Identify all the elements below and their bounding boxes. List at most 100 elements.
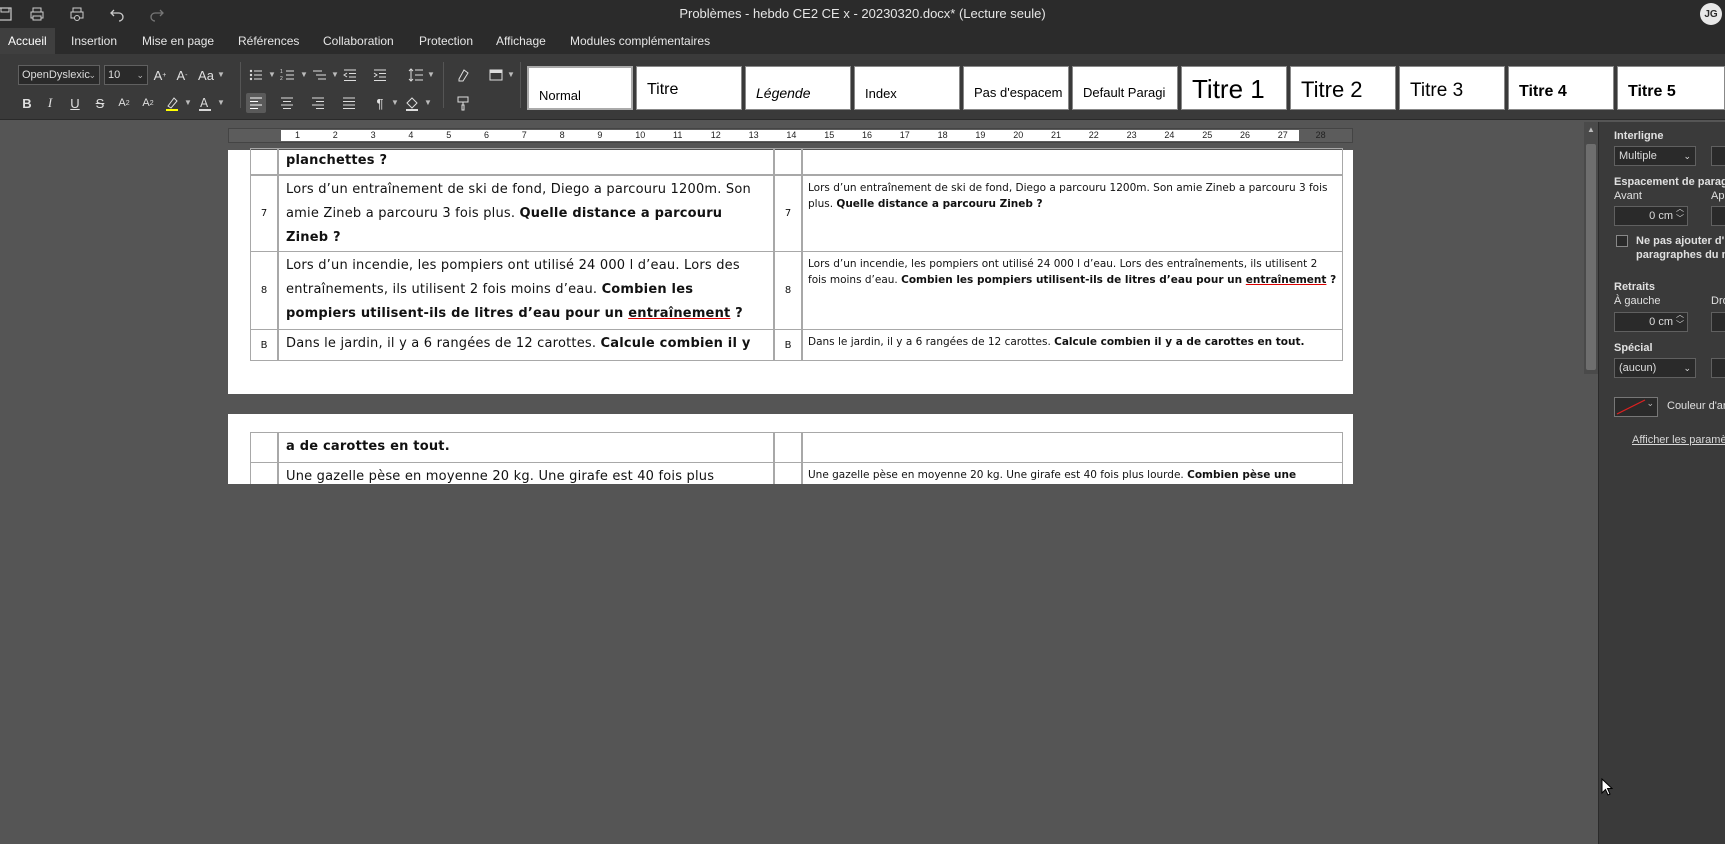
copy-style-icon[interactable] — [453, 93, 473, 113]
color-scheme-icon[interactable] — [486, 65, 506, 85]
font-name-select[interactable]: OpenDyslexic ⌄ — [18, 65, 100, 85]
svg-text:1: 1 — [280, 69, 283, 75]
print-icon[interactable] — [26, 4, 48, 24]
table-cell-problem[interactable]: Dans le jardin, il y a 6 rangées de 12 c… — [278, 329, 774, 361]
chevron-down-icon[interactable]: ▼ — [427, 70, 435, 79]
align-right-icon[interactable] — [308, 93, 328, 113]
line-spacing-icon[interactable] — [406, 65, 426, 85]
indent-left-input[interactable]: 0 cm ︿ ﹀ — [1614, 310, 1688, 332]
tab-modules[interactable]: Modules complémentaires — [562, 28, 718, 54]
tab-protection[interactable]: Protection — [411, 28, 481, 54]
special-indent-select[interactable]: (aucun) ⌄ — [1614, 358, 1696, 378]
shading-icon[interactable] — [402, 93, 422, 113]
tab-mise-en-page[interactable]: Mise en page — [134, 28, 222, 54]
background-color-picker[interactable]: ⌄ — [1614, 397, 1658, 417]
tab-collaboration[interactable]: Collaboration — [315, 28, 402, 54]
chevron-down-icon[interactable]: ▼ — [268, 70, 276, 79]
ruler-number: 16 — [862, 130, 873, 140]
scrollbar-thumb[interactable] — [1586, 144, 1596, 370]
table-cell-problem-small[interactable] — [802, 432, 1343, 463]
spellcheck-word[interactable]: entraînement — [628, 306, 730, 321]
multilevel-list-icon[interactable] — [310, 65, 330, 85]
document-page[interactable]: a de carottes en tout. Une gazelle pèse … — [228, 414, 1353, 484]
spinner-icon[interactable]: ︿ ﹀ — [1676, 204, 1684, 224]
style-titre-4[interactable]: Titre 4 — [1508, 66, 1614, 110]
font-color-icon[interactable]: A — [195, 93, 215, 113]
table-cell-problem-small[interactable] — [802, 148, 1343, 175]
user-avatar[interactable]: JG — [1700, 3, 1722, 25]
table-cell-problem-small[interactable]: Lors d’un incendie, les pompiers ont uti… — [802, 251, 1343, 330]
decrease-indent-icon[interactable] — [340, 65, 360, 85]
line-spacing-select[interactable]: Multiple ⌄ — [1614, 146, 1696, 166]
style-pas-espacement[interactable]: Pas d'espacem — [963, 66, 1069, 110]
redo-icon[interactable] — [146, 4, 168, 24]
shrink-font-icon[interactable]: A- — [172, 65, 192, 85]
subscript-icon[interactable]: A2 — [138, 93, 158, 113]
scroll-up-icon[interactable]: ▲ — [1587, 125, 1595, 134]
indent-right-input[interactable] — [1711, 312, 1725, 332]
tab-affichage[interactable]: Affichage — [488, 28, 554, 54]
underline-icon[interactable]: U — [65, 93, 85, 113]
horizontal-ruler[interactable]: 1 2 3 4 5 6 7 8 9 10 11 12 13 14 15 16 17 18 19 20 21 22 23 24 2… — [228, 128, 1353, 143]
spacing-after-input[interactable] — [1711, 206, 1725, 226]
chevron-down-icon[interactable]: ▼ — [217, 70, 225, 79]
undo-icon[interactable] — [106, 4, 128, 24]
table-cell-problem[interactable]: a de carottes en tout. — [278, 432, 774, 463]
toolbar-divider — [443, 62, 444, 108]
tab-references[interactable]: Références — [230, 28, 307, 54]
table-cell-problem-small[interactable]: Une gazelle pèse en moyenne 20 kg. Une g… — [802, 462, 1343, 484]
line-spacing-value-input[interactable] — [1711, 146, 1725, 166]
pilcrow-icon[interactable]: ¶ — [370, 93, 390, 113]
clear-formatting-icon[interactable] — [453, 65, 473, 85]
superscript-icon[interactable]: A2 — [114, 93, 134, 113]
spinner-icon[interactable]: ︿ ﹀ — [1676, 310, 1684, 330]
strikethrough-icon[interactable]: S — [90, 93, 110, 113]
special-indent-value-input[interactable] — [1711, 358, 1725, 378]
style-titre-1[interactable]: Titre 1 — [1181, 66, 1287, 110]
chevron-down-icon[interactable]: ▼ — [391, 98, 399, 107]
chevron-down-icon[interactable]: ▼ — [217, 98, 225, 107]
tab-accueil[interactable]: Accueil — [0, 28, 55, 54]
style-titre-5[interactable]: Titre 5 — [1617, 66, 1725, 110]
chevron-down-icon[interactable]: ▼ — [331, 70, 339, 79]
table-cell-problem[interactable]: Lors d’un entraînement de ski de fond, D… — [278, 175, 774, 252]
style-titre[interactable]: Titre — [636, 66, 742, 110]
grow-font-icon[interactable]: A + — [150, 65, 170, 85]
spellcheck-word[interactable]: entraînement — [1246, 274, 1327, 286]
highlight-icon[interactable] — [162, 93, 182, 113]
table-cell-problem[interactable]: Lors d’un incendie, les pompiers ont uti… — [278, 251, 774, 330]
save-icon[interactable] — [0, 4, 16, 24]
justify-icon[interactable] — [339, 93, 359, 113]
no-space-checkbox[interactable] — [1616, 235, 1628, 247]
tab-insertion[interactable]: Insertion — [63, 28, 125, 54]
align-center-icon[interactable] — [277, 93, 297, 113]
bullets-icon[interactable] — [246, 65, 266, 85]
chevron-down-icon[interactable]: ▼ — [507, 70, 515, 79]
table-cell-problem[interactable]: Une gazelle pèse en moyenne 20 kg. Une g… — [278, 462, 774, 484]
advanced-settings-link[interactable]: Afficher les paramè — [1632, 434, 1725, 446]
title-bar: Problèmes - hebdo CE2 CE x - 20230320.do… — [0, 0, 1725, 28]
spacing-before-input[interactable]: 0 cm ︿ ﹀ — [1614, 204, 1688, 226]
style-normal[interactable]: Normal — [527, 66, 633, 110]
font-size-select[interactable]: 10 ⌄ — [104, 65, 148, 85]
table-cell-problem-small[interactable]: Dans le jardin, il y a 6 rangées de 12 c… — [802, 329, 1343, 361]
style-default-paragraph[interactable]: Default Paragi — [1072, 66, 1178, 110]
vertical-scrollbar[interactable]: ▲ — [1584, 122, 1598, 374]
style-titre-2[interactable]: Titre 2 — [1290, 66, 1396, 110]
style-index[interactable]: Index — [854, 66, 960, 110]
style-titre-3[interactable]: Titre 3 — [1399, 66, 1505, 110]
change-case-icon[interactable]: Aa — [196, 65, 216, 85]
style-legende[interactable]: Légende — [745, 66, 851, 110]
chevron-down-icon[interactable]: ▼ — [424, 98, 432, 107]
table-cell-problem-small[interactable]: Lors d’un entraînement de ski de fond, D… — [802, 175, 1343, 252]
table-cell-problem[interactable]: planchettes ? — [278, 148, 774, 175]
document-page[interactable]: planchettes ? 7 Lors d’un entraînement d… — [228, 148, 1353, 394]
increase-indent-icon[interactable] — [370, 65, 390, 85]
align-left-icon[interactable] — [246, 93, 266, 113]
bold-icon[interactable]: B — [17, 93, 37, 113]
chevron-down-icon[interactable]: ▼ — [184, 98, 192, 107]
numbering-icon[interactable]: 12 — [278, 65, 298, 85]
chevron-down-icon[interactable]: ▼ — [300, 70, 308, 79]
quick-print-icon[interactable] — [66, 4, 88, 24]
italic-icon[interactable]: I — [40, 93, 60, 113]
